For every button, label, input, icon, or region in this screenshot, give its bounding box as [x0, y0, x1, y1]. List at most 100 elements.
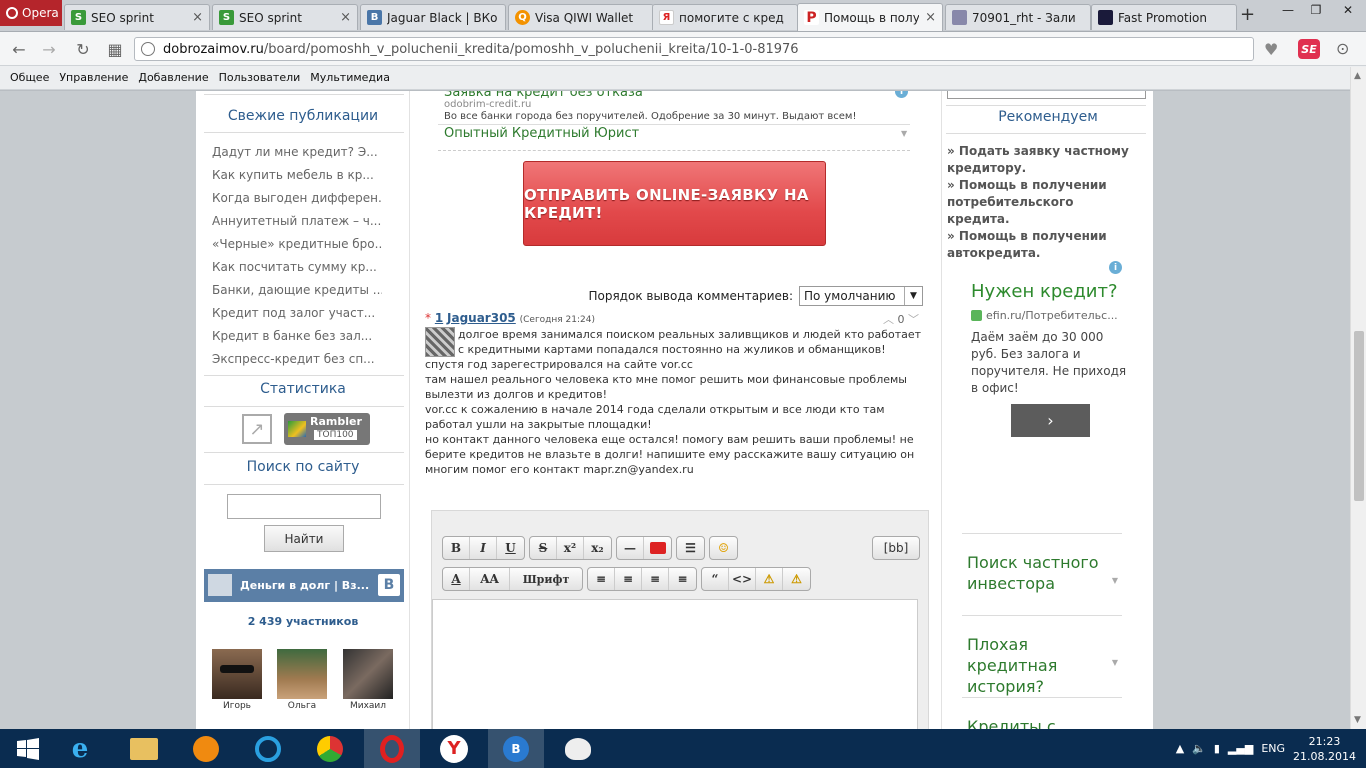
font-size-select[interactable]: AA: [470, 568, 510, 590]
battery-icon[interactable]: ▮: [1214, 742, 1220, 755]
scroll-down-icon[interactable]: ▼: [1354, 715, 1361, 725]
info-icon[interactable]: i: [1109, 261, 1122, 274]
bookmark-manage[interactable]: Управление: [59, 71, 128, 84]
spoiler-icon[interactable]: ⚠: [756, 568, 783, 590]
comment-author-link[interactable]: Jaguar305: [447, 311, 516, 325]
tab-yandex[interactable]: Я помогите с кред: [652, 4, 798, 30]
vk-group-widget-header[interactable]: Деньги в долг | Вз... В: [204, 569, 404, 602]
forward-icon[interactable]: →: [38, 39, 60, 59]
youtube-icon[interactable]: [644, 537, 671, 559]
bookmark-users[interactable]: Пользователи: [219, 71, 301, 84]
counter-icon[interactable]: ↗: [242, 414, 272, 444]
back-icon[interactable]: ←: [8, 39, 30, 59]
ie-icon[interactable]: e: [52, 729, 108, 768]
page-scrollbar[interactable]: ▲ ▼: [1350, 67, 1366, 729]
tab-image[interactable]: 70901_rht - Зали: [945, 4, 1091, 30]
new-tab-button[interactable]: +: [1240, 4, 1255, 25]
member-name[interactable]: Ольга: [277, 701, 327, 711]
tab-active-help[interactable]: Р Помощь в получ ×: [797, 3, 943, 31]
avast-icon[interactable]: [178, 729, 234, 768]
opera-taskbar-icon[interactable]: [364, 729, 420, 768]
chat-app-icon[interactable]: [240, 729, 296, 768]
tab-qiwi[interactable]: Q Visa QIWI Wallet: [508, 4, 654, 30]
publication-link[interactable]: Кредит под залог участ...: [212, 306, 382, 329]
bookmark-general[interactable]: Общее: [10, 71, 49, 84]
justify-button[interactable]: ≡: [669, 568, 696, 590]
close-window-icon[interactable]: ✕: [1330, 0, 1366, 20]
chrome-like-icon[interactable]: [302, 729, 358, 768]
send-online-application-button[interactable]: ОТПРАВИТЬ ONLINE-ЗАЯВКУ НА КРЕДИТ!: [523, 161, 826, 246]
clock[interactable]: 21:23 21.08.2014: [1293, 734, 1356, 764]
superscript-button[interactable]: x²: [557, 537, 584, 559]
tab-seo-sprint-2[interactable]: S SEO sprint ×: [212, 4, 358, 30]
chevron-down-icon[interactable]: ▼: [901, 129, 907, 138]
ad-title[interactable]: Нужен кредит?: [971, 281, 1118, 302]
recommend-link[interactable]: » Помощь в получении потребительского кр…: [947, 177, 1132, 228]
close-icon[interactable]: ×: [925, 10, 936, 25]
code-button[interactable]: <>: [729, 568, 756, 590]
right-search-field[interactable]: [947, 91, 1146, 99]
ad-domain[interactable]: odobrim-credit.ru: [444, 99, 531, 110]
publication-link[interactable]: Экспресс-кредит без сп...: [212, 352, 382, 375]
avatar[interactable]: [212, 649, 262, 699]
publication-link[interactable]: Дадут ли мне кредит? Э...: [212, 145, 382, 168]
explorer-icon[interactable]: [116, 729, 172, 768]
ad-box-credits[interactable]: Кредиты с: [962, 697, 1122, 729]
bookmark-multimedia[interactable]: Мультимедиа: [310, 71, 390, 84]
hide-icon[interactable]: ⚠: [783, 568, 810, 590]
avatar[interactable]: [277, 649, 327, 699]
quote-button[interactable]: “: [702, 568, 729, 590]
publication-link[interactable]: Когда выгоден дифферен...: [212, 191, 382, 214]
bookmark-add[interactable]: Добавление: [138, 71, 208, 84]
comment-sort-select[interactable]: По умолчанию ▼: [799, 286, 923, 306]
url-input[interactable]: dobrozaimov.ru/board/pomoshh_v_polucheni…: [134, 37, 1254, 61]
close-icon[interactable]: ×: [192, 10, 203, 25]
recommend-link[interactable]: » Помощь в получении автокредита.: [947, 228, 1132, 262]
rambler-top100-badge[interactable]: Rambler ТОП100: [284, 413, 370, 445]
publication-link[interactable]: Как посчитать сумму кр...: [212, 260, 382, 283]
avatar[interactable]: [343, 649, 393, 699]
info-icon[interactable]: i: [895, 91, 908, 98]
vk-taskbar-icon[interactable]: В: [488, 729, 544, 768]
align-left-button[interactable]: ≡: [588, 568, 615, 590]
ad-box-bad-history[interactable]: Плохая кредитная история? ▼: [962, 615, 1122, 697]
tab-vk[interactable]: B Jaguar Black | ВКо: [360, 4, 506, 30]
comment-textarea[interactable]: [432, 599, 918, 729]
recommend-link[interactable]: » Подать заявку частному кредитору.: [947, 143, 1132, 177]
opera-menu-button[interactable]: Opera: [0, 0, 62, 26]
publication-link[interactable]: Кредит в банке без зал...: [212, 329, 382, 352]
reload-icon[interactable]: ↻: [72, 39, 94, 59]
ad-next-button[interactable]: ›: [1011, 404, 1090, 437]
vote-down-icon[interactable]: ﹀: [908, 313, 919, 326]
text-color-button[interactable]: A: [443, 568, 470, 590]
subscript-button[interactable]: x₂: [584, 537, 611, 559]
paint-icon[interactable]: [550, 729, 606, 768]
align-right-button[interactable]: ≡: [642, 568, 669, 590]
heart-icon[interactable]: ♥: [1264, 40, 1278, 59]
bold-button[interactable]: B: [443, 537, 470, 559]
underline-button[interactable]: U: [497, 537, 524, 559]
maximize-icon[interactable]: ❐: [1302, 0, 1330, 20]
scroll-thumb[interactable]: [1354, 331, 1364, 501]
publication-link[interactable]: «Черные» кредитные бро...: [212, 237, 382, 260]
ad-domain[interactable]: efin.ru/Потребительс...: [971, 309, 1118, 322]
minimize-icon[interactable]: —: [1274, 0, 1302, 20]
list-button[interactable]: ☰: [677, 537, 704, 559]
smiley-icon[interactable]: ☺: [710, 537, 737, 559]
publication-link[interactable]: Банки, дающие кредиты ...: [212, 283, 382, 306]
se-extension-icon[interactable]: SE: [1298, 39, 1320, 59]
tab-fast-promotion[interactable]: Fast Promotion: [1091, 4, 1237, 30]
start-button[interactable]: [0, 729, 56, 768]
font-family-select[interactable]: Шрифт: [510, 568, 582, 590]
member-name[interactable]: Игорь: [212, 701, 262, 711]
close-icon[interactable]: ×: [340, 10, 351, 25]
language-indicator[interactable]: ENG: [1261, 742, 1285, 755]
publication-link[interactable]: Как купить мебель в кр...: [212, 168, 382, 191]
site-search-input[interactable]: [227, 494, 381, 519]
strikethrough-button[interactable]: S: [530, 537, 557, 559]
bb-mode-button[interactable]: [bb]: [872, 536, 920, 560]
speed-dial-icon[interactable]: ▦: [104, 39, 126, 59]
volume-icon[interactable]: 🔈: [1192, 742, 1206, 755]
publication-link[interactable]: Аннуитетный платеж – ч...: [212, 214, 382, 237]
hr-button[interactable]: —: [617, 537, 644, 559]
